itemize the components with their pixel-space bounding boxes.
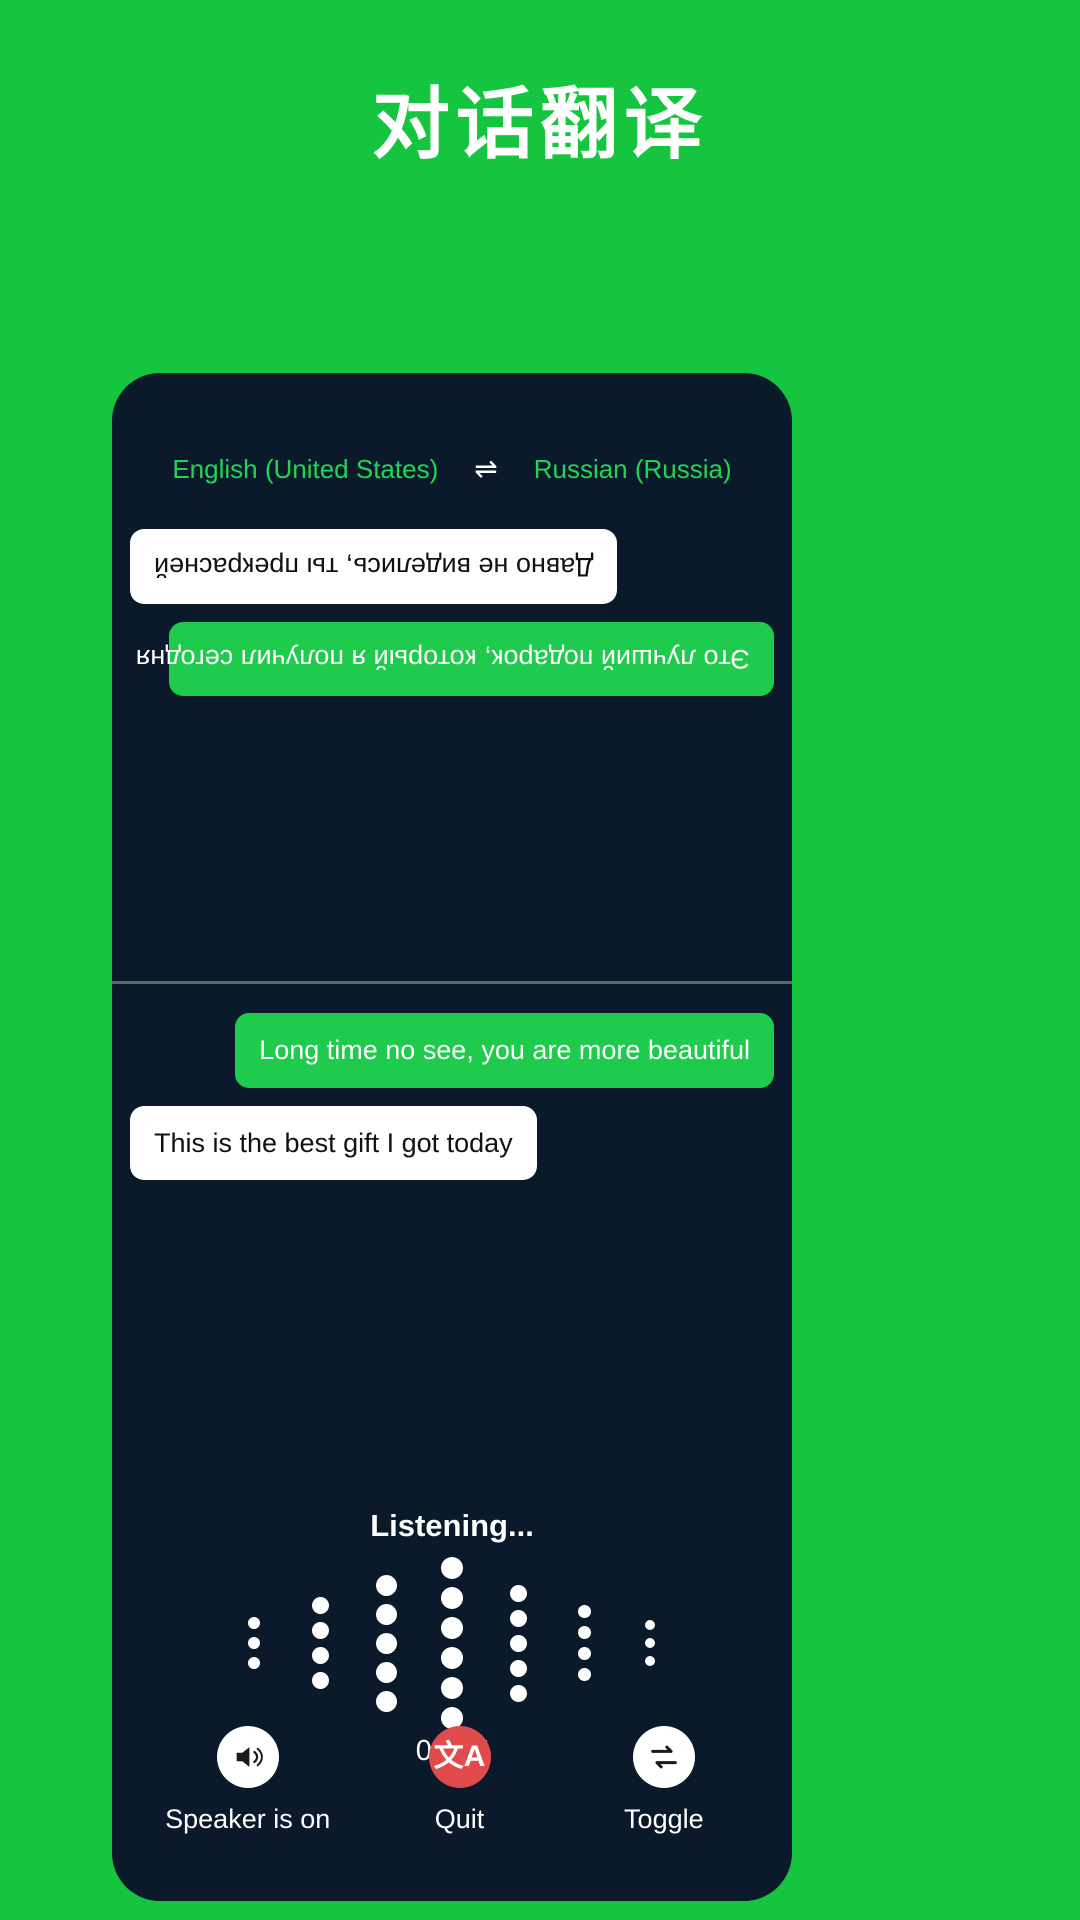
- message-row: Long time no see, you are more beautiful: [130, 1013, 774, 1106]
- waveform-dot: [375, 1603, 397, 1625]
- waveform-dot: [645, 1656, 655, 1666]
- waveform-dot: [441, 1587, 463, 1609]
- waveform-column: [221, 1613, 287, 1673]
- swap-repeat-icon: [632, 1726, 695, 1788]
- toggle-button[interactable]: Toggle: [589, 1726, 739, 1835]
- waveform-column: [287, 1593, 353, 1693]
- listening-status-label: Listening...: [370, 1508, 534, 1543]
- page-title: 对话翻译: [371, 80, 708, 168]
- phone-panel: English (United States) ⇌ Russian (Russi…: [112, 373, 792, 1901]
- toggle-button-label: Toggle: [624, 1804, 704, 1834]
- message-bubble[interactable]: Long time no see, you are more beautiful: [235, 1013, 774, 1088]
- waveform-dot: [509, 1659, 527, 1677]
- source-language-label[interactable]: English (United States): [172, 454, 438, 485]
- conversation-bottom-half: Long time no see, you are more beautiful…: [112, 987, 792, 1487]
- message-bubble[interactable]: This is the best gift I got today: [130, 1105, 537, 1181]
- quit-button[interactable]: 文A Quit: [385, 1726, 535, 1835]
- message-bubble[interactable]: Давно не виделись, ты прекрасней: [130, 529, 618, 604]
- message-row: Это лучший подарок, который я получил се…: [130, 604, 774, 697]
- translate-icon: 文A: [428, 1726, 491, 1788]
- speaker-button[interactable]: Speaker is on: [165, 1726, 330, 1835]
- waveform-dot: [577, 1668, 591, 1681]
- message-row: Давно не виделись, ты прекрасней: [130, 511, 774, 604]
- translate-glyph: 文A: [433, 1740, 486, 1773]
- waveform-dot: [441, 1557, 463, 1579]
- waveform-dot: [248, 1617, 260, 1629]
- waveform-dot: [509, 1634, 527, 1652]
- message-row: This is the best gift I got today: [130, 1105, 774, 1199]
- waveform-dot: [645, 1638, 655, 1648]
- waveform-dot: [311, 1622, 329, 1639]
- speaker-button-label: Speaker is on: [165, 1804, 331, 1834]
- waveform-dot: [311, 1597, 329, 1614]
- waveform-column: [485, 1581, 551, 1706]
- swap-arrows-icon[interactable]: ⇌: [474, 455, 497, 483]
- waveform-dot: [248, 1637, 260, 1649]
- conversation-top-half: Это лучший подарок, который я получил се…: [112, 503, 792, 979]
- waveform-dot: [441, 1677, 463, 1699]
- waveform-dot: [248, 1657, 260, 1669]
- waveform-dot: [509, 1609, 527, 1627]
- waveform-column: [419, 1553, 485, 1733]
- waveform-dot: [577, 1626, 591, 1639]
- waveform-dot: [509, 1684, 527, 1702]
- bottom-controls: Speaker is on 文A Quit Toggle: [112, 1726, 792, 1835]
- waveform-dot: [645, 1620, 655, 1630]
- waveform-column: [617, 1616, 683, 1670]
- conversation-divider: [112, 981, 792, 984]
- message-bubble[interactable]: Это лучший подарок, который я получил се…: [136, 621, 774, 697]
- waveform-dot: [375, 1690, 397, 1712]
- waveform-dot: [441, 1647, 463, 1669]
- waveform-column: [551, 1601, 617, 1685]
- waveform-dot: [441, 1617, 463, 1639]
- waveform-dot: [375, 1661, 397, 1683]
- waveform-column: [353, 1571, 419, 1716]
- language-selector-bar: English (United States) ⇌ Russian (Russi…: [112, 449, 792, 489]
- waveform-dot: [577, 1647, 591, 1660]
- waveform-dot: [509, 1584, 527, 1602]
- waveform-dot: [577, 1605, 591, 1618]
- waveform-dot: [311, 1672, 329, 1689]
- audio-waveform: [112, 1557, 792, 1729]
- target-language-label[interactable]: Russian (Russia): [534, 454, 732, 485]
- waveform-dot: [311, 1647, 329, 1664]
- speaker-on-icon: [216, 1726, 279, 1788]
- quit-button-label: Quit: [434, 1804, 485, 1834]
- waveform-dot: [375, 1632, 397, 1654]
- waveform-dot: [375, 1574, 397, 1596]
